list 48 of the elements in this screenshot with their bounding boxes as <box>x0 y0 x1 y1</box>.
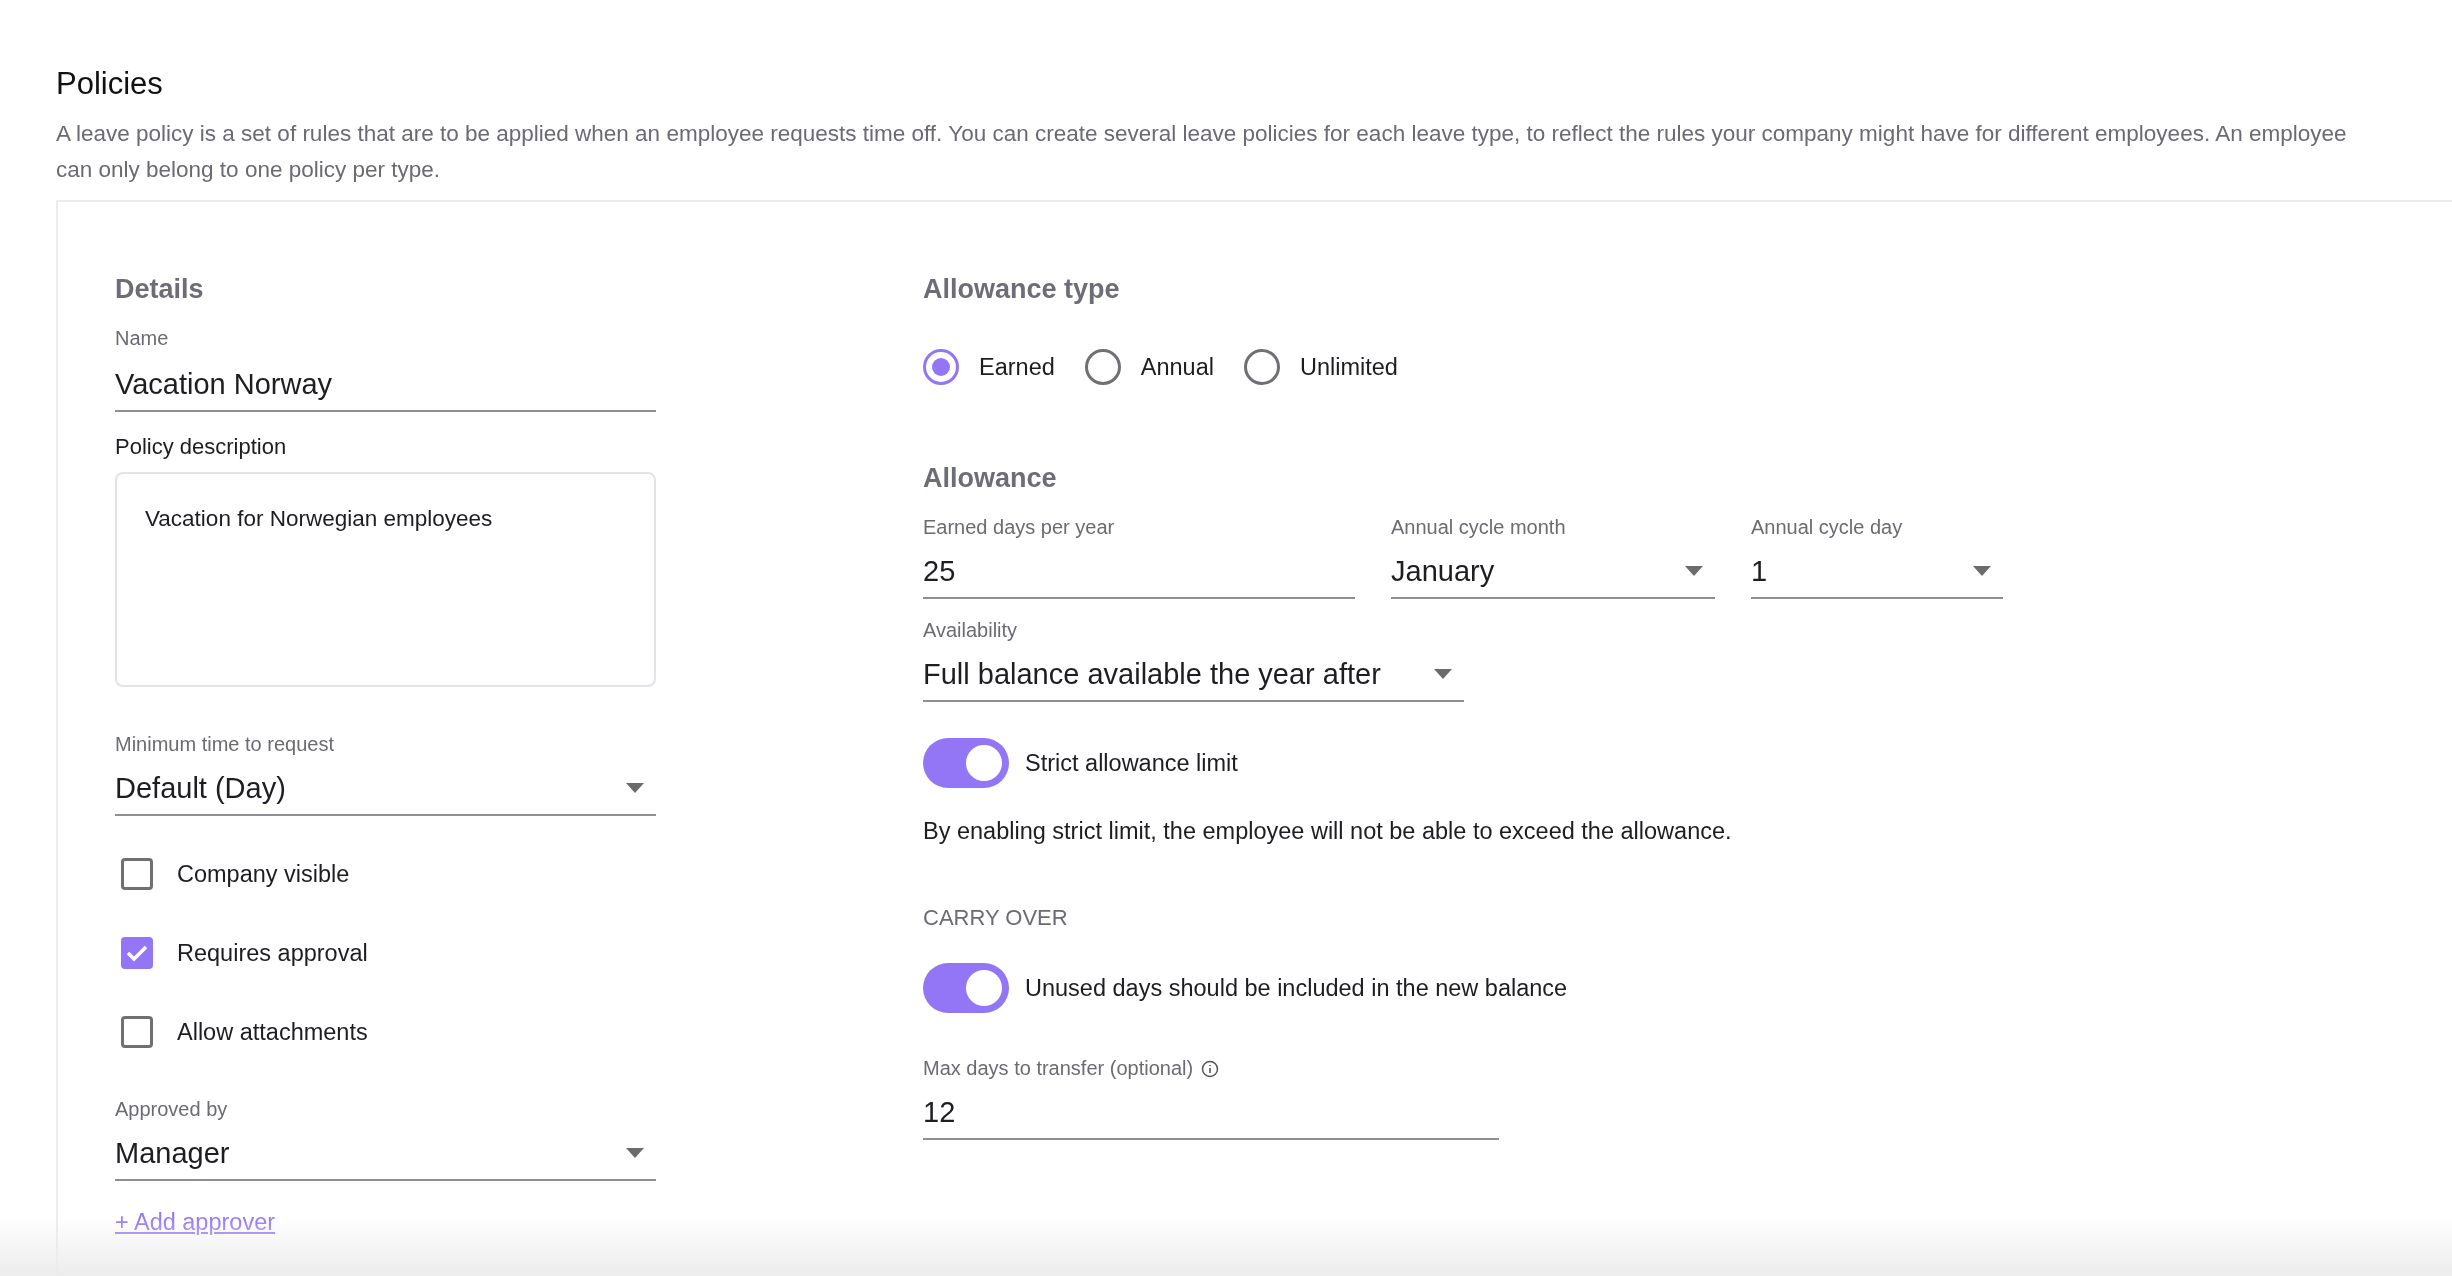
select-field[interactable]: January <box>1391 545 1715 599</box>
field-label: Max days to transfer (optional) <box>923 1057 1194 1080</box>
dropdown-caret-icon <box>1685 566 1703 576</box>
field-label: Annual cycle month <box>1391 516 1567 539</box>
checkbox-option[interactable]: Company visible <box>121 858 656 890</box>
checkbox-option[interactable]: Allow attachments <box>121 1016 656 1048</box>
section-heading: Details <box>115 274 205 305</box>
section-heading: CARRY OVER <box>923 905 1069 931</box>
checkbox-option[interactable]: Requires approval <box>121 937 656 969</box>
radio-button[interactable] <box>1084 349 1121 385</box>
checkbox[interactable] <box>121 1016 153 1048</box>
check-icon <box>126 944 148 962</box>
dropdown-caret-icon <box>1973 566 1991 576</box>
number-input-field[interactable]: 25 <box>923 545 1355 599</box>
radio-option[interactable]: Earned <box>923 349 1055 385</box>
radio-option[interactable]: Annual <box>1084 349 1214 385</box>
description-textarea[interactable]: Vacation for Norwegian employees <box>115 472 656 687</box>
dropdown-caret-icon <box>626 783 644 793</box>
field-label: Name <box>115 327 170 350</box>
name-input-field[interactable]: Vacation Norway <box>115 358 656 412</box>
toggle-switch[interactable] <box>923 963 1009 1013</box>
field-label: Annual cycle day <box>1751 516 1904 539</box>
select-field[interactable]: 1 <box>1751 545 2003 599</box>
field-label: Earned days per year <box>923 516 1116 539</box>
toggle-switch[interactable] <box>923 738 1009 788</box>
radio-option[interactable]: Unlimited <box>1243 349 1398 385</box>
help-text: By enabling strict limit, the employee will not be able to exceed the allowance. <box>923 818 1733 845</box>
dropdown-caret-icon <box>626 1148 644 1158</box>
radio-button[interactable] <box>1243 349 1280 385</box>
page-title: Policies <box>56 66 164 102</box>
toggle-label: Strict allowance limit <box>1025 749 1238 777</box>
section-heading: Allowance type <box>923 274 1121 305</box>
checkbox[interactable] <box>121 937 153 969</box>
select-field[interactable]: Manager <box>115 1127 656 1181</box>
select-field[interactable]: Default (Day) <box>115 762 656 816</box>
field-label: Minimum time to request <box>115 733 335 756</box>
checkbox[interactable] <box>121 858 153 890</box>
dropdown-caret-icon <box>1434 669 1452 679</box>
radio-button[interactable] <box>923 349 959 385</box>
number-input-field[interactable]: 12 <box>923 1086 1499 1140</box>
field-label: Approved by <box>115 1098 229 1121</box>
field-label: Policy description <box>115 434 288 460</box>
section-heading: Allowance <box>923 463 1058 494</box>
select-field[interactable]: Full balance available the year after <box>923 648 1464 702</box>
info-icon[interactable] <box>1201 1059 1220 1078</box>
page-description: A leave policy is a set of rules that are to be applied when an employee requests time off. You can create several leave policies for each leave type, to reflect the rules your company might have for different employees. An employee can only belong to one policy per type. <box>56 120 2348 184</box>
field-label: Availability <box>923 619 1019 642</box>
toggle-label: Unused days should be included in the new balance <box>1025 974 1568 1002</box>
